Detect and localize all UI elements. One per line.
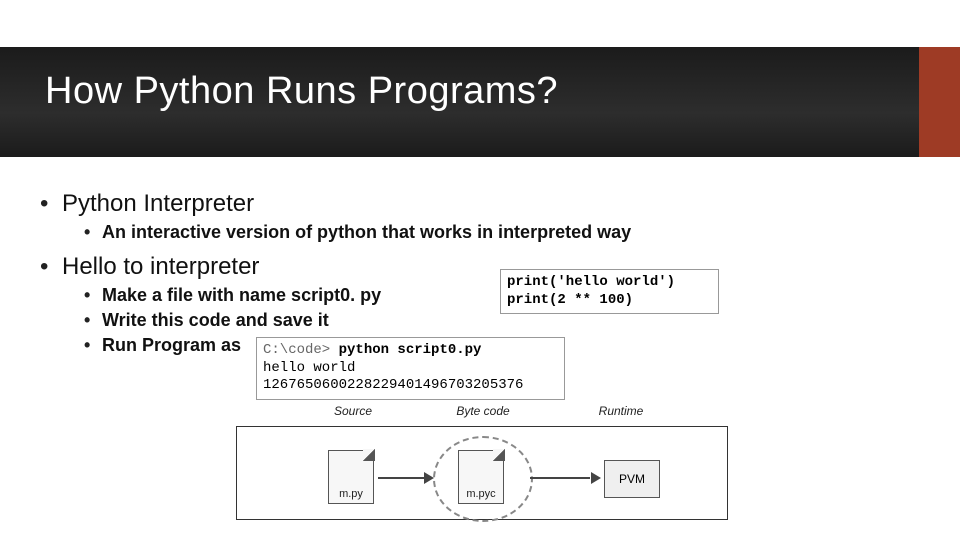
terminal-prompt: C:\code>: [263, 342, 339, 358]
terminal-line: 1267650600228229401496703205376: [263, 377, 523, 393]
code-line: print('hello world'): [507, 274, 675, 290]
bullet-make-file: Make a file with name script0. py: [84, 285, 900, 306]
file-icon-source: m.py: [328, 450, 374, 504]
diagram-label-runtime: Runtime: [561, 404, 681, 418]
content-area: Python Interpreter An interactive versio…: [40, 180, 900, 362]
pvm-box: PVM: [604, 460, 660, 498]
accent-bar: [919, 47, 960, 157]
bullet-interpreter-desc: An interactive version of python that wo…: [84, 222, 900, 243]
bullet-text: Hello to interpreter: [62, 253, 259, 280]
arrow-icon: [530, 472, 600, 484]
slide-title: How Python Runs Programs?: [45, 70, 558, 113]
bullet-python-interpreter: Python Interpreter An interactive versio…: [40, 190, 900, 243]
terminal-line: hello world: [263, 360, 355, 376]
file-icon-bytecode: m.pyc: [458, 450, 504, 504]
diagram-label-bytecode: Byte code: [423, 404, 543, 418]
file-label: m.pyc: [458, 488, 504, 500]
terminal-command: python script0.py: [339, 342, 482, 358]
terminal-output: C:\code> python script0.py hello world 1…: [256, 337, 565, 400]
bullet-write-code: Write this code and save it: [84, 310, 900, 331]
bullet-text: Python Interpreter: [62, 190, 254, 217]
code-print-snippet: print('hello world') print(2 ** 100): [500, 269, 719, 314]
code-line: print(2 ** 100): [507, 292, 633, 308]
slide: How Python Runs Programs? Python Interpr…: [0, 0, 960, 540]
arrow-icon: [378, 472, 433, 484]
file-label: m.py: [328, 488, 374, 500]
execution-diagram: Source Byte code Runtime m.py m.pyc PVM: [236, 400, 726, 530]
diagram-label-source: Source: [293, 404, 413, 418]
